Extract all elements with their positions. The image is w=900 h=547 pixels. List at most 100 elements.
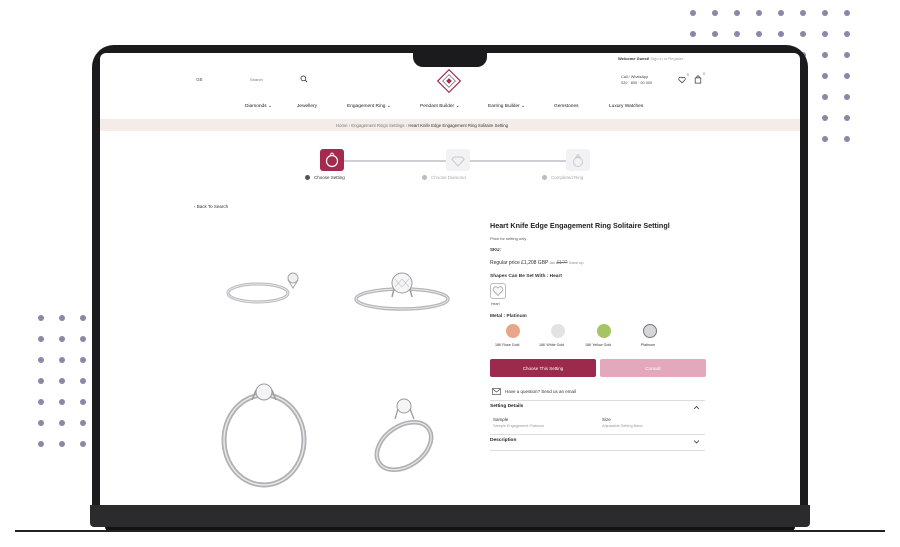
decorative-dot — [822, 136, 828, 142]
contact-info: Call / WhatsApp 020 · 800 · 00 000 — [621, 74, 652, 86]
laptop-screen: Welcome Guest! Sign in or Register GB Ca… — [100, 53, 800, 505]
regular-price: Regular price £1,208 GBP tax £1?? Save u… — [490, 260, 584, 266]
decorative-dot — [80, 315, 86, 321]
nav-item-luxury-watches[interactable]: Luxury Watches — [609, 104, 643, 109]
welcome-message: Welcome Guest! Sign in or Register — [618, 56, 683, 61]
nav-item-pendant-builder[interactable]: Pendant Builder ⌄ — [420, 104, 460, 109]
decorative-dot — [844, 10, 850, 16]
breadcrumb-parent[interactable]: Engagement Rings Settings — [351, 123, 404, 128]
shopping-bag-icon[interactable] — [694, 75, 702, 84]
decorative-dot — [756, 10, 762, 16]
nav-item-earring-builder[interactable]: Earring Builder ⌄ — [488, 104, 525, 109]
nav-item-gemstones[interactable]: Gemstones — [554, 104, 579, 109]
stepper-line-1 — [344, 160, 446, 162]
product-image-front-view[interactable] — [352, 261, 457, 321]
chevron-down-icon[interactable] — [693, 439, 700, 444]
detail-label-1: Sample — [493, 417, 509, 422]
decorative-dot — [59, 336, 65, 342]
decorative-dot — [59, 420, 65, 426]
product-image-side-view[interactable] — [218, 258, 308, 318]
step-choose-diamond[interactable] — [446, 149, 470, 171]
decorative-dot — [778, 31, 784, 37]
choose-setting-button[interactable]: Choose This Setting — [490, 359, 596, 377]
metal-caption-white-gold: 18K White Gold — [539, 343, 565, 347]
currency-selector[interactable]: GB — [196, 77, 203, 82]
decorative-dot — [80, 336, 86, 342]
description-title[interactable]: Description — [490, 438, 516, 443]
decorative-dot — [59, 399, 65, 405]
shape-option-heart[interactable] — [490, 283, 506, 299]
decorative-dot — [844, 94, 850, 100]
mail-icon — [492, 388, 501, 395]
step-label-completed-ring: Completed Ring — [551, 175, 584, 180]
decorative-dot — [59, 357, 65, 363]
back-to-search-link[interactable]: ‹ Back To Search — [194, 204, 228, 209]
breadcrumb-home[interactable]: Home — [336, 123, 347, 128]
product-image-top-view[interactable] — [216, 378, 316, 493]
step-choose-setting[interactable] — [320, 149, 344, 171]
metal-caption-platinum: Platinum — [641, 343, 655, 347]
detail-value-1: Sample Engagement Platinum — [493, 424, 545, 428]
heart-icon[interactable] — [678, 76, 686, 84]
product-image-angled-view[interactable] — [362, 391, 452, 481]
old-price: £1?? — [556, 260, 568, 266]
decorative-dot — [756, 31, 762, 37]
nav-item-diamonds[interactable]: Diamonds ⌄ — [245, 104, 272, 109]
decorative-dot — [59, 315, 65, 321]
wishlist-count-badge: 0 — [687, 73, 689, 77]
divider-3 — [490, 450, 705, 451]
nav-item-engagement-ring[interactable]: Engagement Ring ⌄ — [347, 104, 391, 109]
contact-email-link[interactable]: Have a question? Send us an email — [505, 389, 576, 394]
breadcrumb-current: Heart Knife Edge Engagement Ring Solitai… — [408, 123, 509, 128]
decorative-dot — [844, 115, 850, 121]
consult-button[interactable]: Consult — [600, 359, 706, 377]
sku-label: SKU: — [490, 247, 501, 252]
nav-item-jewellery[interactable]: Jewellery — [297, 104, 317, 109]
breadcrumb: Home › Engagement Rings Settings › Heart… — [336, 123, 509, 128]
shape-caption: Heart — [491, 302, 500, 306]
cart-count-badge: 0 — [703, 72, 705, 76]
completed-ring-icon — [573, 153, 583, 167]
decorative-dot — [778, 10, 784, 16]
divider-1 — [490, 400, 705, 401]
decorative-dot — [38, 441, 44, 447]
metal-caption-yellow-gold: 18K Yellow Gold — [585, 343, 612, 347]
metal-swatch-rose-gold[interactable] — [506, 324, 520, 338]
brand-logo-icon[interactable] — [435, 67, 463, 95]
decorative-dot — [38, 420, 44, 426]
decorative-dot — [844, 136, 850, 142]
chevron-up-icon[interactable] — [693, 405, 700, 410]
decorative-dot — [690, 31, 696, 37]
decorative-dot — [822, 115, 828, 121]
decorative-dot — [800, 31, 806, 37]
ring-outline-icon — [325, 152, 339, 168]
step-3-indicator — [542, 175, 547, 180]
search-icon[interactable] — [300, 75, 308, 83]
step-completed-ring[interactable] — [566, 149, 590, 171]
shapes-label: Shapes Can Be Set With : Heart — [490, 274, 562, 279]
decorative-dot — [59, 441, 65, 447]
detail-label-2: Size — [602, 417, 611, 422]
decorative-dot — [844, 52, 850, 58]
step-2-indicator — [422, 175, 427, 180]
decorative-dot — [38, 336, 44, 342]
decorative-dot — [80, 441, 86, 447]
decorative-dot — [822, 31, 828, 37]
decorative-dot — [712, 31, 718, 37]
decorative-dot — [38, 357, 44, 363]
regular-price-value: Regular price £1,208 GBP — [490, 260, 549, 266]
metal-swatch-platinum[interactable] — [643, 324, 657, 338]
decorative-dot — [822, 10, 828, 16]
decorative-dot — [59, 378, 65, 384]
heart-shape-icon — [492, 286, 504, 297]
decorative-dot — [844, 31, 850, 37]
decorative-dot — [690, 10, 696, 16]
sign-in-register-link[interactable]: Sign in or Register — [650, 56, 683, 61]
search-input[interactable] — [250, 74, 290, 84]
metal-swatch-white-gold[interactable] — [551, 324, 565, 338]
decorative-dots-bottom-left — [38, 315, 86, 447]
floor-line — [15, 530, 885, 532]
contact-line-2: 020 · 800 · 00 000 — [621, 81, 653, 85]
setting-details-title[interactable]: Setting Details — [490, 404, 523, 409]
metal-swatch-yellow-gold[interactable] — [597, 324, 611, 338]
